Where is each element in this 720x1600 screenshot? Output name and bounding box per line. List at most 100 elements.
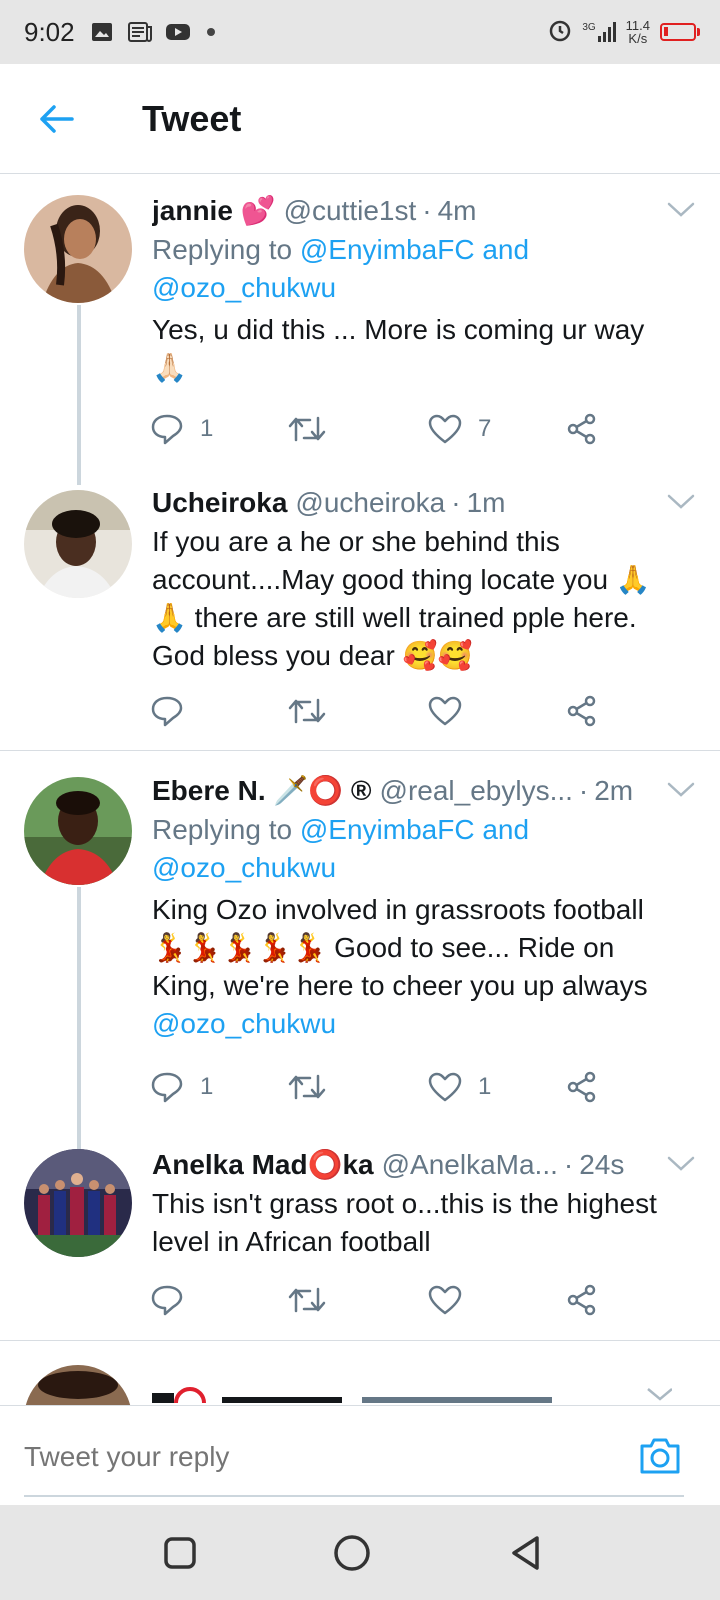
mention-link[interactable]: @EnyimbaFC — [300, 234, 475, 265]
tweet-item-partial[interactable] — [0, 1341, 720, 1405]
chevron-down-icon — [667, 1156, 695, 1171]
author-handle[interactable]: @ucheiroka — [295, 483, 445, 523]
tweet-time: 24s — [579, 1149, 625, 1180]
chevron-down-icon — [667, 202, 695, 217]
author-handle[interactable]: @cuttie1st — [284, 191, 417, 231]
author-name[interactable]: jannie 💕 — [152, 191, 276, 231]
network-type: 3G — [582, 22, 596, 33]
tweet-menu-button[interactable] — [664, 487, 698, 517]
tweet-header: Ebere N. 🗡️⭕ ® @real_ebylys... · 2m — [152, 771, 680, 811]
replies-feed[interactable]: jannie 💕 @cuttie1st · 4m Replying to @En… — [0, 175, 720, 1405]
author-name[interactable]: Ucheiroka — [152, 483, 287, 523]
separator-dot: · — [422, 195, 432, 226]
author-handle[interactable]: @AnelkaMa... — [382, 1145, 558, 1185]
avatar[interactable] — [24, 1149, 132, 1257]
reply-count: 1 — [200, 415, 214, 442]
reply-underline — [24, 1495, 684, 1497]
replying-to: Replying to @EnyimbaFC and @ozo_chukwu — [152, 231, 680, 307]
avatar[interactable] — [24, 1365, 132, 1405]
author-name[interactable]: Ebere N. 🗡️⭕ ® — [152, 771, 372, 811]
mention-link[interactable]: @ozo_chukwu — [152, 852, 336, 883]
avatar[interactable] — [24, 195, 132, 303]
share-button[interactable] — [566, 1284, 598, 1316]
tweet-actions — [150, 1278, 630, 1322]
separator-dot: · — [578, 775, 589, 806]
reply-button[interactable] — [150, 695, 184, 727]
triangle-back-icon — [512, 1536, 539, 1570]
thread-line — [77, 305, 81, 485]
tweet-item[interactable]: Ebere N. 🗡️⭕ ® @real_ebylys... · 2m Repl… — [0, 751, 720, 1159]
recents-button[interactable] — [160, 1533, 200, 1573]
tweet-text: This isn't grass root o...this is the hi… — [152, 1188, 657, 1257]
tweet-menu-button[interactable] — [664, 195, 698, 225]
back-nav-button[interactable] — [506, 1533, 546, 1573]
mention-link[interactable]: @EnyimbaFC — [300, 814, 475, 845]
back-button[interactable] — [26, 89, 86, 149]
news-icon — [127, 21, 153, 43]
like-count: 1 — [478, 1073, 492, 1100]
share-icon — [567, 413, 596, 445]
share-icon — [567, 1071, 596, 1103]
share-button[interactable] — [566, 695, 598, 727]
tweet-item[interactable]: jannie 💕 @cuttie1st · 4m Replying to @En… — [0, 175, 720, 485]
reply-button[interactable]: 1 — [150, 1071, 213, 1103]
separator-dot: · — [451, 487, 461, 518]
retweet-button[interactable] — [288, 1072, 326, 1102]
like-count: 7 — [478, 415, 492, 442]
speed-unit: K/s — [628, 31, 648, 46]
retweet-icon — [288, 1074, 326, 1100]
square-icon — [164, 1537, 196, 1569]
tweet-header: Ucheiroka @ucheiroka · 1m — [152, 483, 680, 523]
tweet-menu-button[interactable] — [664, 1149, 698, 1179]
system-nav-bar — [0, 1505, 720, 1600]
retweet-button[interactable] — [288, 696, 326, 726]
heart-icon — [428, 1072, 462, 1102]
battery-icon — [660, 23, 700, 41]
like-button[interactable] — [428, 696, 462, 726]
avatar[interactable] — [24, 777, 132, 885]
tweet-content: Ucheiroka @ucheiroka · 1m If you are a h… — [152, 483, 680, 675]
retweet-button[interactable] — [288, 414, 326, 444]
author-handle[interactable]: @real_ebylys... — [380, 771, 573, 811]
reply-count: 1 — [200, 1073, 214, 1100]
tweet-actions: 1 7 — [150, 407, 630, 451]
like-button[interactable]: 7 — [428, 414, 491, 444]
camera-button[interactable] — [638, 1436, 682, 1476]
chevron-down-icon — [667, 782, 695, 797]
circle-icon — [334, 1535, 370, 1571]
share-button[interactable] — [566, 1071, 598, 1103]
avatar[interactable] — [24, 490, 132, 598]
mention-link[interactable]: @ozo_chukwu — [152, 1008, 336, 1039]
mention-link[interactable]: @ozo_chukwu — [152, 272, 336, 303]
reply-button[interactable] — [150, 1284, 184, 1316]
retweet-button[interactable] — [288, 1285, 326, 1315]
signal-icon: 3G — [582, 22, 616, 42]
tweet-time: 2m — [594, 775, 634, 806]
notification-dot — [206, 28, 215, 36]
tweet-header: jannie 💕 @cuttie1st · 4m — [152, 191, 680, 231]
thread-line — [77, 887, 81, 1159]
chevron-down-icon — [667, 494, 695, 509]
replying-prefix: Replying to — [152, 234, 300, 265]
like-button[interactable]: 1 — [428, 1072, 491, 1102]
like-button[interactable] — [428, 1285, 462, 1315]
reply-input[interactable] — [24, 1432, 584, 1482]
share-icon — [567, 1284, 596, 1316]
partial-header-shapes — [152, 1363, 673, 1405]
share-button[interactable] — [566, 413, 598, 445]
tweet-menu-button[interactable] — [664, 775, 698, 805]
author-name[interactable]: Anelka Mad⭕ka — [152, 1145, 374, 1185]
heart-icon — [428, 696, 462, 726]
back-arrow-icon — [40, 104, 74, 133]
heart-icon — [428, 414, 462, 444]
tweet-header: Anelka Mad⭕ka @AnelkaMa... · 24s — [152, 1145, 680, 1185]
reply-icon — [151, 414, 183, 445]
reply-button[interactable]: 1 — [150, 413, 213, 445]
tweet-content: Ebere N. 🗡️⭕ ® @real_ebylys... · 2m Repl… — [152, 771, 680, 1043]
tweet-item[interactable]: Ucheiroka @ucheiroka · 1m If you are a h… — [0, 465, 720, 751]
home-button[interactable] — [332, 1533, 372, 1573]
tweet-actions: 1 1 — [150, 1065, 630, 1109]
tweet-item[interactable]: Anelka Mad⭕ka @AnelkaMa... · 24s This is… — [0, 1135, 720, 1345]
tweet-text: Yes, u did this ... More is coming ur wa… — [152, 314, 645, 383]
youtube-icon — [165, 21, 191, 43]
